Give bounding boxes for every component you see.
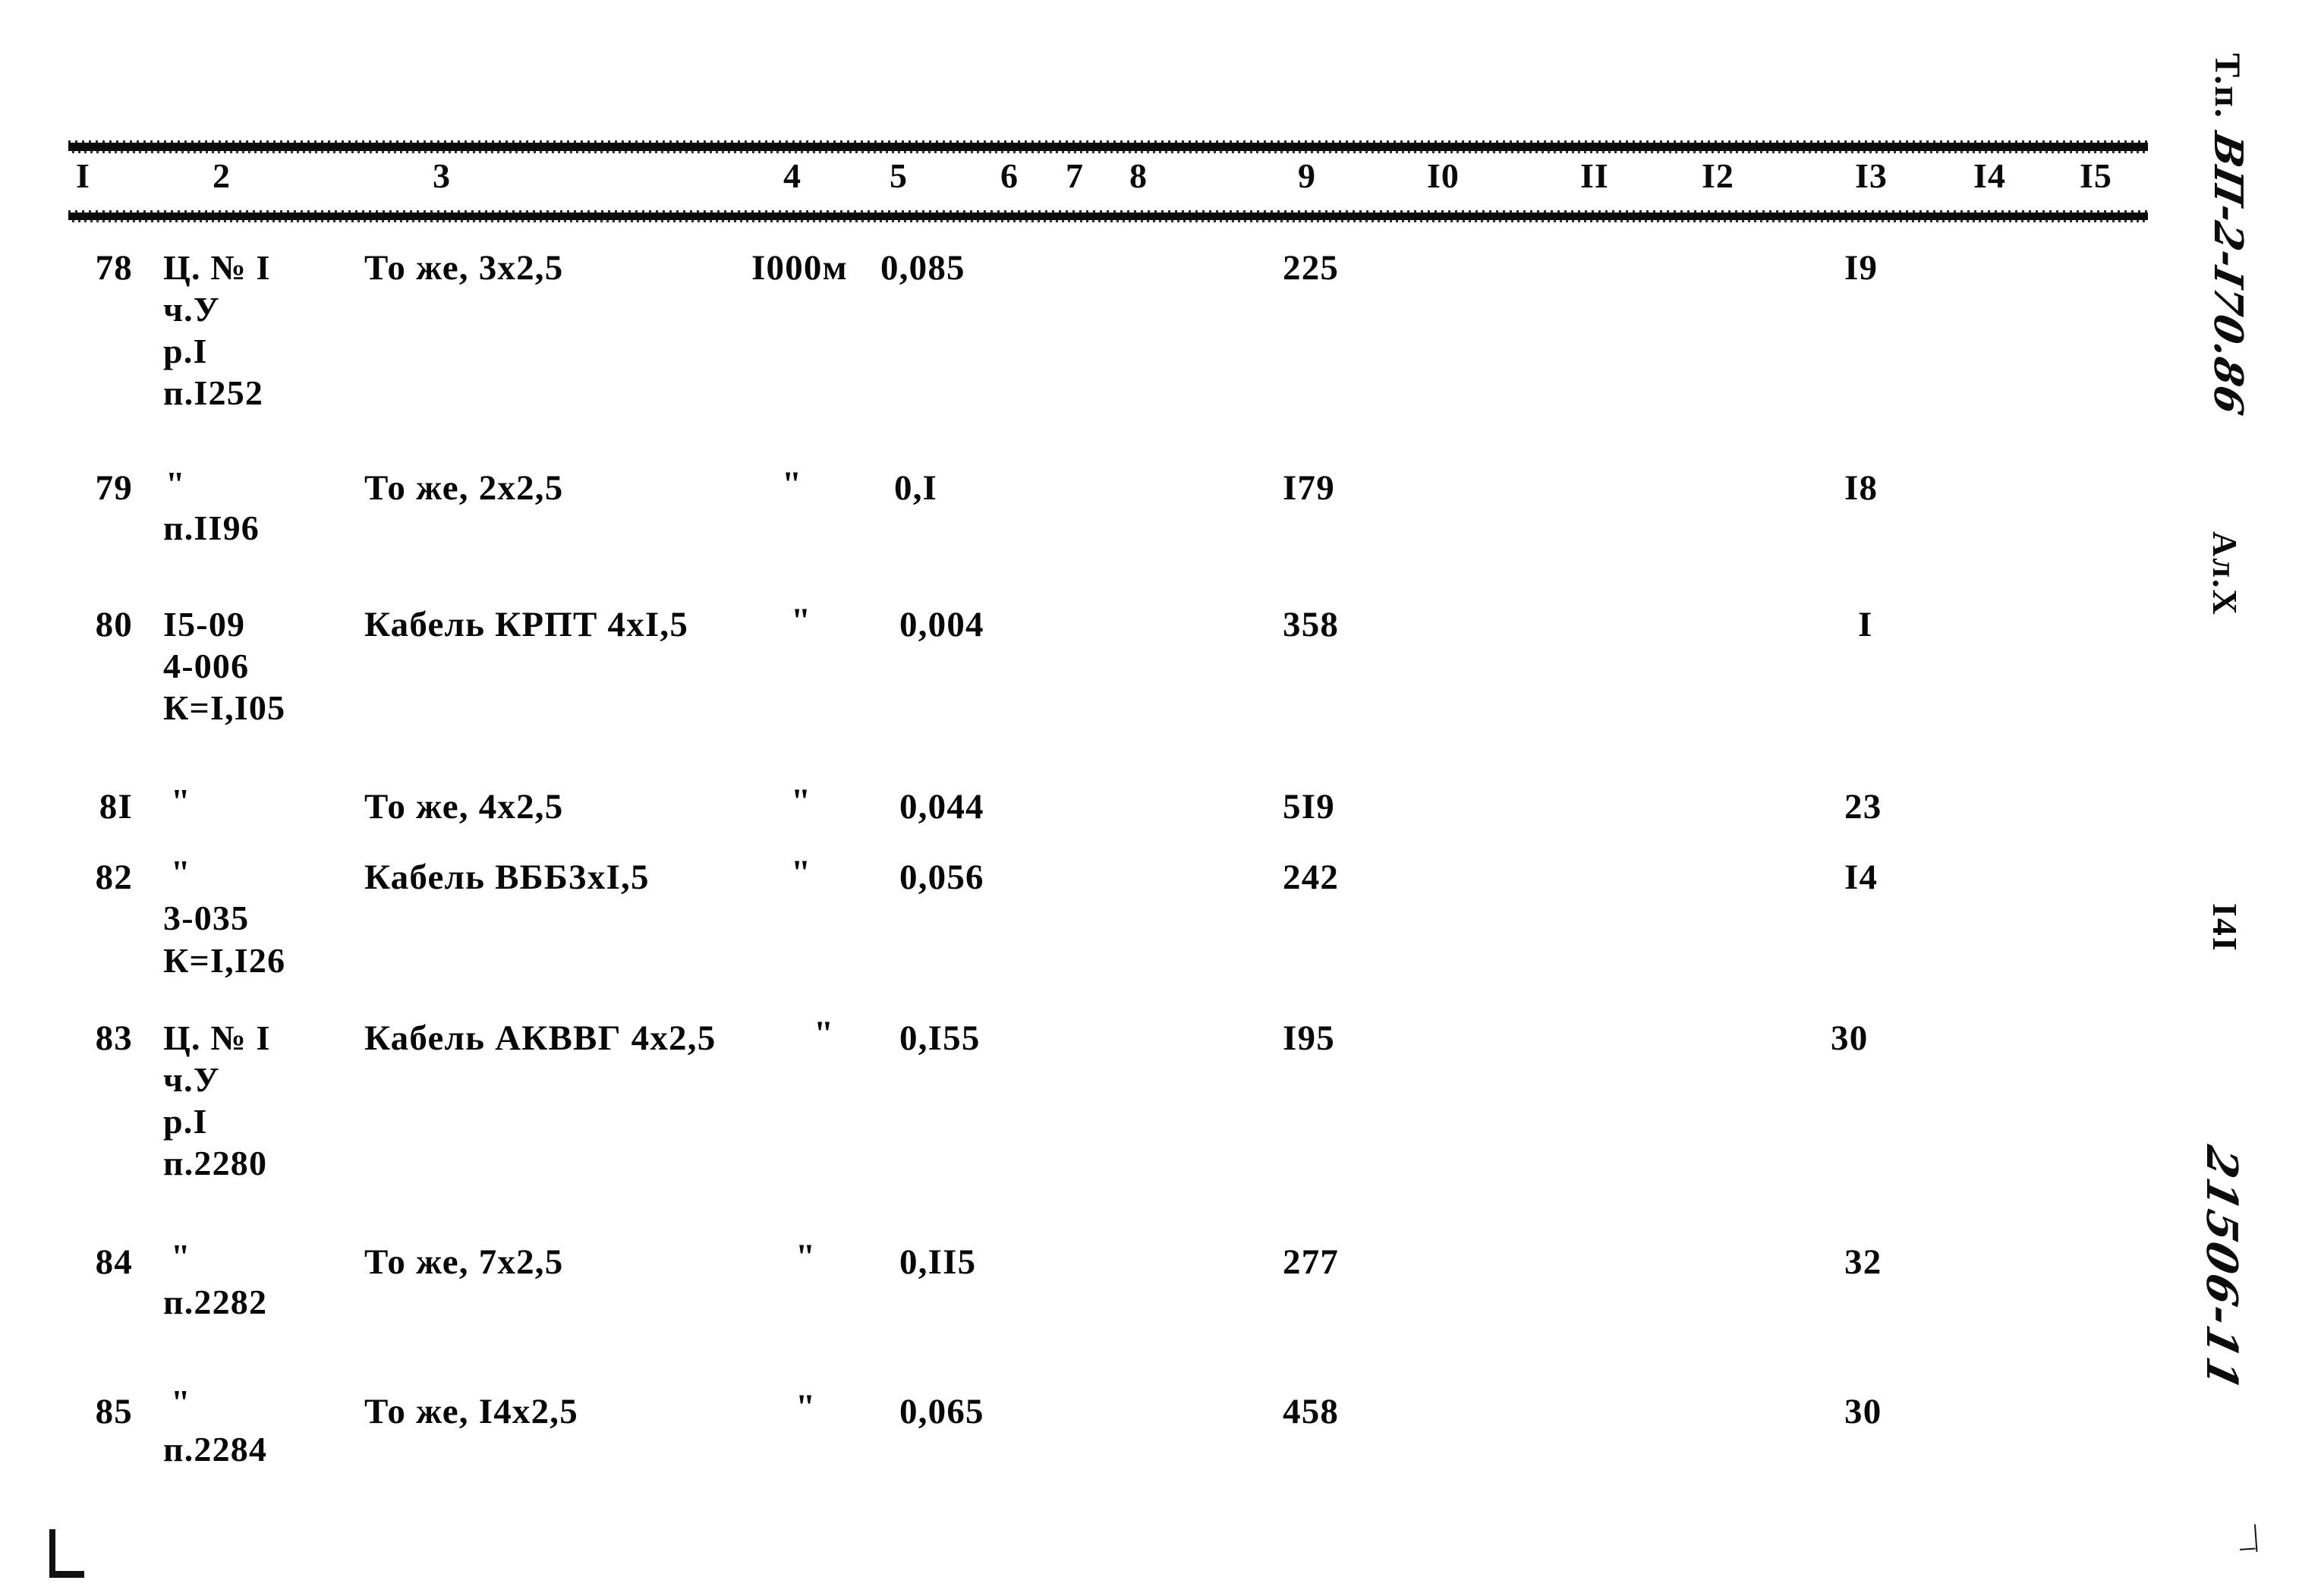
table-row: 8I: [99, 787, 133, 826]
page-number: I4I: [2206, 903, 2244, 952]
row-code-line-4: п.2280: [163, 1144, 268, 1182]
stamp-project-code: ВП-2-I70.86: [2205, 128, 2251, 420]
row-code-line-3: К=I,I26: [163, 941, 286, 980]
row-unit: I000м: [751, 248, 848, 288]
row-col13: I: [1858, 605, 1873, 644]
row-code-line-2: ч.У: [163, 290, 220, 329]
table-row: 84: [95, 1242, 133, 1282]
row-mass: I79: [1283, 468, 1335, 508]
row-name: Кабель ВББ3хI,5: [364, 858, 650, 897]
table-row: 79: [95, 468, 133, 508]
row-code-line-2: 4-006: [163, 647, 250, 685]
row-qty: 0,044: [899, 787, 984, 826]
column-number-12: I2: [1702, 156, 1734, 195]
row-mass: 242: [1283, 858, 1340, 897]
row-qty: 0,I: [894, 468, 938, 508]
crop-mark-bottom-left: [49, 1529, 84, 1578]
row-qty: 0,085: [880, 248, 965, 288]
column-number-11: II: [1580, 156, 1609, 195]
column-number-5: 5: [890, 156, 908, 195]
row-mass: 458: [1283, 1392, 1340, 1431]
column-number-8: 8: [1129, 156, 1148, 195]
row-qty: 0,065: [899, 1392, 984, 1431]
column-number-6: 6: [1000, 156, 1019, 195]
row-name: То же, 7х2,5: [364, 1242, 564, 1282]
row-code-line-3: К=I,I05: [163, 688, 286, 727]
table-row: 78: [95, 248, 133, 288]
table-rule-top: [68, 140, 2148, 153]
table-row: 83: [95, 1018, 133, 1058]
column-number-14: I4: [1973, 156, 2006, 195]
column-number-10: I0: [1427, 156, 1460, 195]
row-qty: 0,004: [899, 605, 984, 644]
row-name: То же, I4х2,5: [364, 1392, 578, 1431]
column-number-2: 2: [213, 156, 231, 195]
row-name: То же, 4х2,5: [364, 787, 564, 826]
row-qty: 0,II5: [899, 1242, 977, 1282]
row-col13: 32: [1844, 1242, 1882, 1282]
table-row: 80: [95, 605, 133, 644]
table-row: 82: [95, 858, 133, 897]
crop-mark-bottom-right: _|: [2238, 1518, 2259, 1554]
row-code-line-3: р.I: [163, 1102, 208, 1141]
row-name: Кабель КРПТ 4хI,5: [364, 605, 689, 644]
row-code-line-2: п.II96: [163, 508, 260, 547]
stamp-prefix-label: Т.п.: [2207, 53, 2247, 119]
column-number-15: I5: [2080, 156, 2112, 195]
row-col13: I4: [1844, 858, 1879, 897]
row-name: Кабель АКВВГ 4х2,5: [364, 1018, 716, 1058]
album-label: Ал.X: [2206, 531, 2244, 616]
row-col13: 30: [1844, 1392, 1882, 1431]
row-mass: 358: [1283, 605, 1340, 644]
row-mass: I95: [1283, 1018, 1335, 1058]
row-code-line-2: п.2284: [163, 1430, 268, 1469]
column-number-1: I: [76, 156, 90, 195]
row-col13: 23: [1844, 787, 1882, 826]
row-col13: I8: [1844, 468, 1879, 508]
document-page: _| I 2 3 4 5 6 7 8 9 I0 II I2 I3 I4 I5 7…: [0, 0, 2321, 1596]
column-number-7: 7: [1066, 156, 1084, 195]
row-code-line-3: р.I: [163, 332, 208, 370]
order-number: 21506-11: [2197, 1141, 2247, 1396]
row-mass: 225: [1283, 248, 1340, 288]
column-number-9: 9: [1298, 156, 1316, 195]
row-mass: 5I9: [1283, 787, 1335, 826]
row-code-line-4: п.I252: [163, 373, 264, 412]
row-name: То же, 2х2,5: [364, 468, 564, 508]
column-number-4: 4: [783, 156, 801, 195]
row-code-line-2: ч.У: [163, 1060, 220, 1099]
row-code-line-2: п.2282: [163, 1283, 268, 1321]
row-qty: 0,056: [899, 858, 984, 897]
row-code-line-2: 3-035: [163, 899, 250, 937]
row-col13: 30: [1831, 1018, 1869, 1058]
row-qty: 0,I55: [899, 1018, 981, 1058]
row-col13: I9: [1844, 248, 1879, 288]
column-number-3: 3: [433, 156, 451, 195]
column-number-13: I3: [1855, 156, 1888, 195]
row-mass: 277: [1283, 1242, 1340, 1282]
table-row: 85: [95, 1392, 133, 1431]
table-rule-header-bottom: [68, 210, 2148, 222]
